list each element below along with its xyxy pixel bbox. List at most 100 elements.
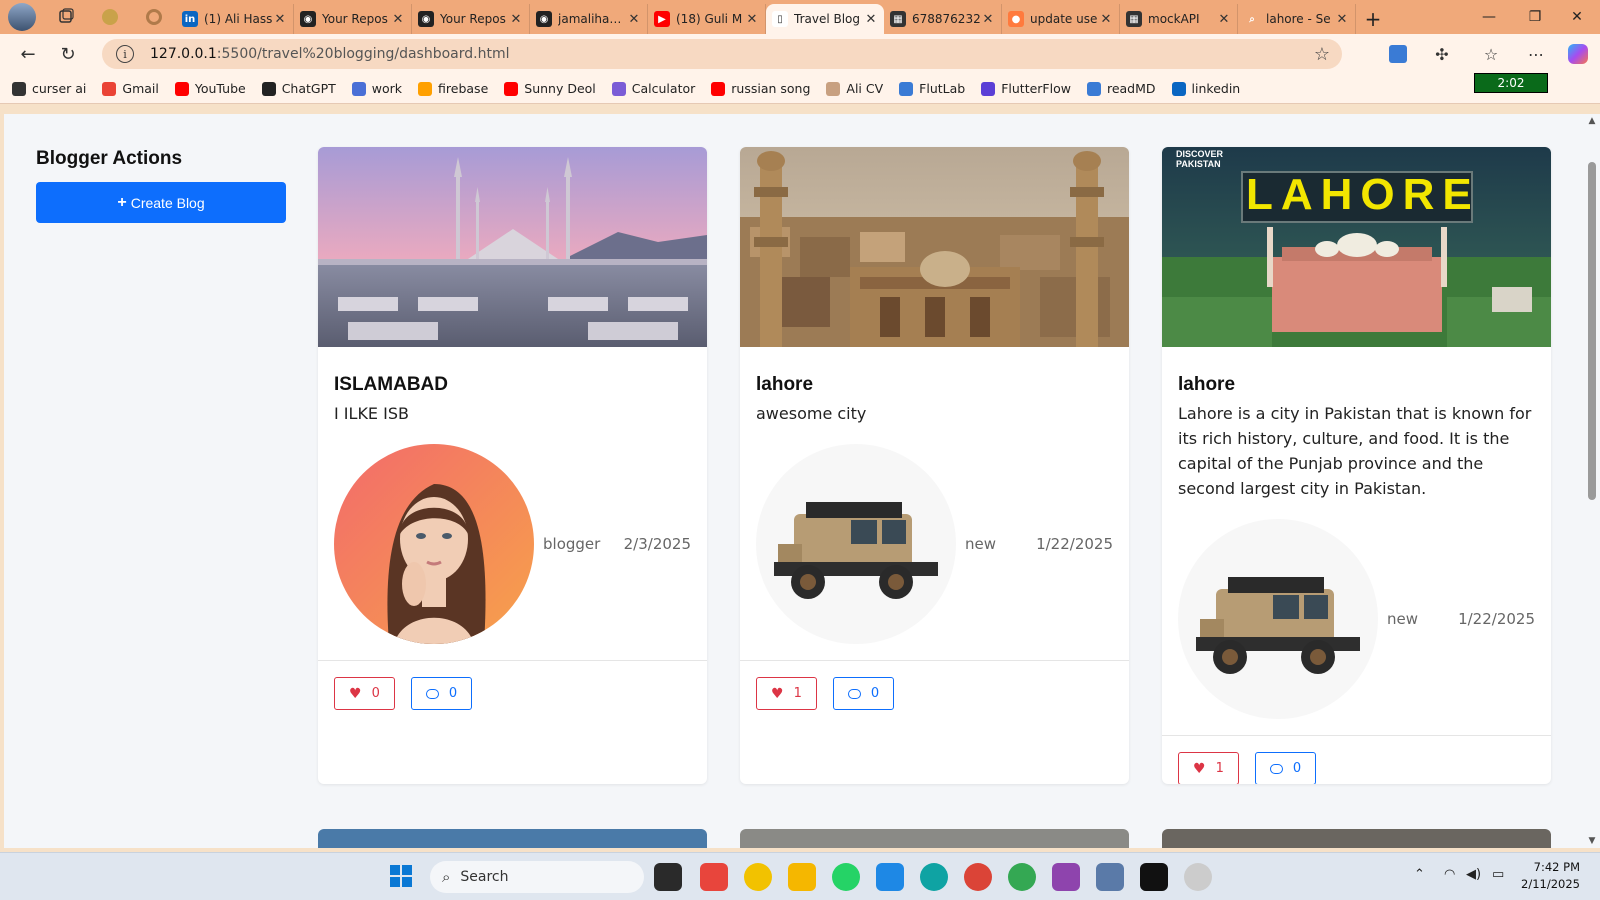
taskbar-search[interactable]: ⌕ Search: [430, 861, 644, 893]
close-tab-icon[interactable]: ✕: [627, 12, 641, 27]
more-menu-icon[interactable]: ⋯: [1524, 42, 1548, 66]
comment-button[interactable]: 0: [832, 677, 895, 710]
clock-app-icon[interactable]: [1184, 863, 1212, 891]
volume-icon[interactable]: ◀): [1466, 867, 1481, 882]
like-button[interactable]: ♥ 1: [1178, 752, 1239, 784]
scrollbar-thumb[interactable]: [1588, 162, 1596, 500]
bookmark-item[interactable]: ChatGPT: [261, 81, 336, 96]
scroll-down-arrow-icon[interactable]: ▼: [1586, 836, 1598, 846]
bookmark-item[interactable]: FlutterFlow: [981, 81, 1071, 96]
extensions-icon[interactable]: ✣: [1430, 42, 1454, 66]
close-tab-icon[interactable]: ✕: [1099, 12, 1113, 27]
blog-cover-image[interactable]: [318, 147, 707, 347]
start-button[interactable]: [390, 865, 412, 887]
pinned-tab-1[interactable]: [88, 0, 132, 34]
bookmark-favicon-icon: [12, 81, 26, 96]
close-tab-icon[interactable]: ✕: [1335, 12, 1349, 27]
profile-avatar[interactable]: [8, 3, 36, 31]
browser-tab[interactable]: ● update use ✕: [1002, 4, 1120, 34]
scroll-up-arrow-icon[interactable]: ▲: [1586, 116, 1598, 126]
bookmark-label: FlutLab: [919, 81, 966, 96]
battery-icon[interactable]: ▭: [1492, 867, 1504, 882]
clock-date: 2/11/2025: [1521, 877, 1580, 891]
tab-title: update use: [1030, 12, 1098, 26]
vscode-icon[interactable]: [876, 863, 904, 891]
anydesk-icon[interactable]: [700, 863, 728, 891]
bookmark-favicon-icon: [711, 81, 726, 96]
workspaces-icon[interactable]: [44, 0, 88, 34]
tab-title: 678876232: [912, 12, 981, 26]
translate-icon[interactable]: [1386, 42, 1410, 66]
browser-tab[interactable]: ▦ 678876232 ✕: [884, 4, 1002, 34]
close-tab-icon[interactable]: ✕: [745, 12, 759, 27]
taskbar-search-placeholder: Search: [460, 869, 509, 885]
close-tab-icon[interactable]: ✕: [864, 12, 878, 27]
bookmark-favicon-icon: [504, 81, 519, 96]
blog-card-partial[interactable]: [740, 829, 1129, 848]
back-arrow-icon[interactable]: ←: [8, 34, 48, 74]
browser-tab[interactable]: ◉ Your Repos ✕: [294, 4, 412, 34]
chrome-icon[interactable]: [964, 863, 992, 891]
clock-time: 7:42 PM: [1533, 860, 1580, 874]
visual-studio-icon[interactable]: [1052, 863, 1080, 891]
bookmark-item[interactable]: curser ai: [12, 81, 86, 96]
browser-tab[interactable]: ▶ (18) Guli M ✕: [648, 4, 766, 34]
browser-tab[interactable]: in (1) Ali Hass ✕: [176, 4, 294, 34]
browser-tab[interactable]: ◉ jamalihassa ✕: [530, 4, 648, 34]
bookmark-item[interactable]: readMD: [1086, 81, 1156, 96]
minimize-button[interactable]: —: [1466, 0, 1512, 34]
blog-cover-image[interactable]: [740, 147, 1129, 347]
chrome-profile-icon[interactable]: [1008, 863, 1036, 891]
chat-app-icon[interactable]: [744, 863, 772, 891]
bookmark-item[interactable]: firebase: [418, 81, 488, 96]
blog-cover-image[interactable]: DISCOVER PAKISTAN LAHORE: [1162, 147, 1551, 347]
performance-monitor-icon[interactable]: [1096, 863, 1124, 891]
task-view-icon[interactable]: [654, 863, 682, 891]
bookmark-star-icon[interactable]: ☆: [1314, 44, 1330, 65]
new-tab-button[interactable]: +: [1356, 4, 1390, 34]
like-button[interactable]: ♥ 1: [756, 677, 817, 710]
url-input[interactable]: i 127.0.0.1:5500/travel%20blogging/dashb…: [102, 39, 1342, 69]
chevron-up-icon[interactable]: ⌃: [1414, 867, 1425, 882]
heart-icon: ♥: [349, 685, 362, 702]
site-info-icon[interactable]: i: [116, 45, 134, 63]
edge-icon[interactable]: [920, 863, 948, 891]
blog-card-partial[interactable]: [1162, 829, 1551, 848]
close-tab-icon[interactable]: ✕: [1217, 12, 1231, 27]
whatsapp-icon[interactable]: [832, 863, 860, 891]
bookmark-item[interactable]: russian song: [711, 81, 810, 96]
close-tab-icon[interactable]: ✕: [391, 12, 405, 27]
comment-button[interactable]: 0: [1254, 752, 1317, 784]
bookmark-item[interactable]: Ali CV: [826, 81, 883, 96]
restore-button[interactable]: ❐: [1512, 0, 1558, 34]
comment-button[interactable]: 0: [410, 677, 473, 710]
blog-card-partial[interactable]: [318, 829, 707, 848]
bookmark-item[interactable]: FlutLab: [899, 81, 965, 96]
file-explorer-icon[interactable]: [788, 863, 816, 891]
bookmark-item[interactable]: Sunny Deol: [504, 81, 596, 96]
close-tab-icon[interactable]: ✕: [981, 12, 995, 27]
browser-tab[interactable]: ⌕ lahore - Se ✕: [1238, 4, 1356, 34]
create-blog-button[interactable]: + Create Blog: [36, 182, 286, 223]
bookmark-item[interactable]: Gmail: [102, 81, 159, 96]
pinned-tab-2[interactable]: [132, 0, 176, 34]
wifi-icon[interactable]: ◠: [1444, 867, 1455, 882]
copilot-icon[interactable]: [1566, 42, 1590, 66]
close-tab-icon[interactable]: ✕: [273, 12, 287, 27]
bookmark-item[interactable]: Calculator: [611, 81, 695, 96]
sidebar-title: Blogger Actions: [36, 148, 183, 169]
like-count: 1: [793, 686, 802, 701]
reload-icon[interactable]: ↻: [48, 34, 88, 74]
system-clock[interactable]: 7:42 PM 2/11/2025: [1514, 859, 1580, 893]
favorites-icon[interactable]: ☆: [1479, 42, 1503, 66]
terminal-app-icon[interactable]: [1140, 863, 1168, 891]
close-window-button[interactable]: ✕: [1554, 0, 1600, 34]
like-button[interactable]: ♥ 0: [334, 677, 395, 710]
bookmark-item[interactable]: linkedin: [1171, 81, 1240, 96]
bookmark-item[interactable]: work: [351, 81, 402, 96]
browser-tab[interactable]: ▯ Travel Blog ✕: [766, 4, 884, 34]
bookmark-item[interactable]: YouTube: [174, 81, 246, 96]
close-tab-icon[interactable]: ✕: [509, 12, 523, 27]
browser-tab[interactable]: ◉ Your Repos ✕: [412, 4, 530, 34]
browser-tab[interactable]: ▦ mockAPI ✕: [1120, 4, 1238, 34]
